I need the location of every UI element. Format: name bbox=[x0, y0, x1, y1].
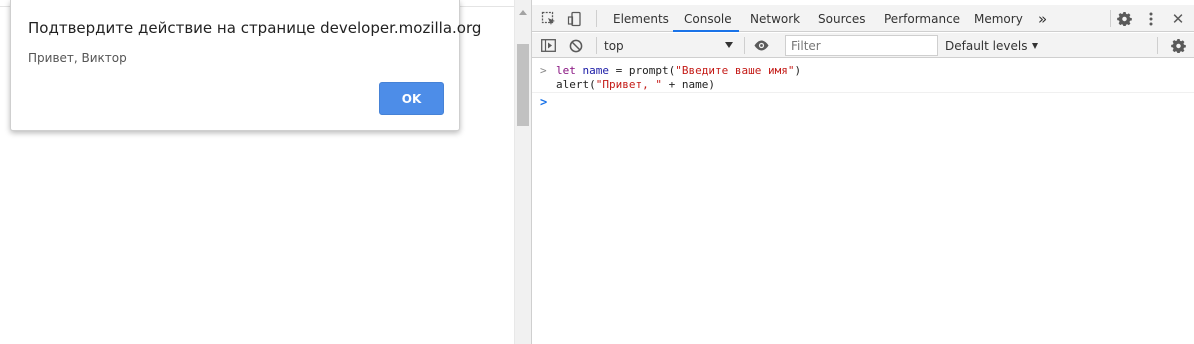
toolbar-divider bbox=[744, 37, 745, 54]
active-tab-indicator bbox=[673, 30, 739, 32]
tab-sources[interactable]: Sources bbox=[818, 5, 865, 32]
more-tabs-icon[interactable]: » bbox=[1038, 5, 1047, 32]
confirm-dialog: Подтвердите действие на странице develop… bbox=[10, 0, 481, 131]
tab-elements[interactable]: Elements bbox=[613, 5, 669, 32]
eye-icon[interactable] bbox=[750, 33, 772, 58]
tab-network[interactable]: Network bbox=[750, 5, 800, 32]
more-vert-icon[interactable] bbox=[1142, 5, 1160, 32]
code-line-1: let name = prompt("Введите ваше имя") bbox=[556, 64, 802, 77]
clear-console-icon[interactable] bbox=[566, 33, 586, 58]
chevron-down-icon[interactable] bbox=[725, 42, 733, 48]
code-line-2: alert("Привет, " + name) bbox=[556, 78, 715, 91]
console-input-prompt-icon[interactable]: > bbox=[540, 95, 547, 109]
devtools-tabbar: Elements Console Network Sources Perform… bbox=[532, 5, 1194, 32]
filter-input[interactable] bbox=[785, 35, 938, 56]
scroll-up-arrow-icon[interactable] bbox=[519, 10, 527, 15]
toolbar-divider bbox=[1110, 10, 1111, 27]
tab-performance[interactable]: Performance bbox=[884, 5, 960, 32]
context-selector[interactable]: top bbox=[604, 37, 734, 54]
console-settings-icon[interactable] bbox=[1168, 33, 1188, 58]
devtools-panel: Elements Console Network Sources Perform… bbox=[531, 0, 1194, 344]
console-output[interactable]: > let name = prompt("Введите ваше имя") … bbox=[532, 59, 1194, 344]
console-entry: > let name = prompt("Введите ваше имя") … bbox=[532, 62, 1194, 93]
scroll-thumb[interactable] bbox=[517, 44, 529, 126]
close-icon[interactable]: ✕ bbox=[1168, 5, 1188, 32]
device-toolbar-icon[interactable] bbox=[564, 5, 586, 32]
toolbar-divider bbox=[1157, 37, 1158, 54]
dialog-message: Привет, Виктор bbox=[28, 51, 127, 65]
log-levels-dropdown[interactable]: Default levels bbox=[945, 37, 1039, 54]
inspect-icon[interactable] bbox=[538, 5, 560, 32]
chevron-down-icon bbox=[1032, 42, 1039, 49]
dialog-title: Подтвердите действие на странице develop… bbox=[28, 19, 482, 37]
tab-console[interactable]: Console bbox=[684, 5, 732, 32]
log-levels-label: Default levels bbox=[945, 38, 1028, 53]
console-toolbar: top Default levels bbox=[532, 33, 1194, 58]
settings-icon[interactable] bbox=[1114, 5, 1134, 32]
toolbar-divider bbox=[596, 10, 597, 27]
ok-button[interactable]: OK bbox=[379, 82, 444, 115]
chevron-right-icon: > bbox=[540, 64, 547, 77]
sidebar-toggle-icon[interactable] bbox=[538, 33, 558, 58]
page-viewport: Подтвердите действие на странице develop… bbox=[0, 0, 514, 344]
page-scrollbar[interactable] bbox=[514, 0, 531, 344]
toolbar-divider bbox=[596, 37, 597, 54]
tab-memory[interactable]: Memory bbox=[974, 5, 1023, 32]
